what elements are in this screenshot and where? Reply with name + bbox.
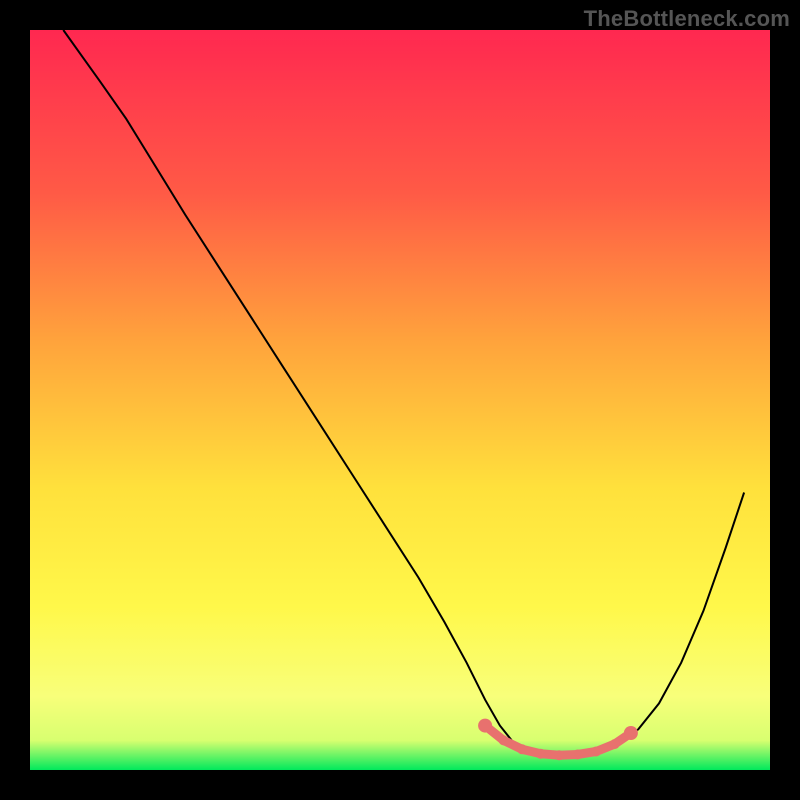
chart-container: TheBottleneck.com <box>0 0 800 800</box>
optimal-zone-marker <box>517 744 527 754</box>
optimal-zone-marker <box>554 750 564 760</box>
chart-svg <box>0 0 800 800</box>
optimal-zone-marker <box>478 719 492 733</box>
watermark-text: TheBottleneck.com <box>584 6 790 32</box>
optimal-zone-marker <box>499 735 509 745</box>
optimal-zone-marker <box>573 750 583 760</box>
optimal-zone-marker <box>536 749 546 759</box>
optimal-zone-marker <box>624 726 638 740</box>
optimal-zone-marker <box>591 747 601 757</box>
optimal-zone-marker <box>610 739 620 749</box>
